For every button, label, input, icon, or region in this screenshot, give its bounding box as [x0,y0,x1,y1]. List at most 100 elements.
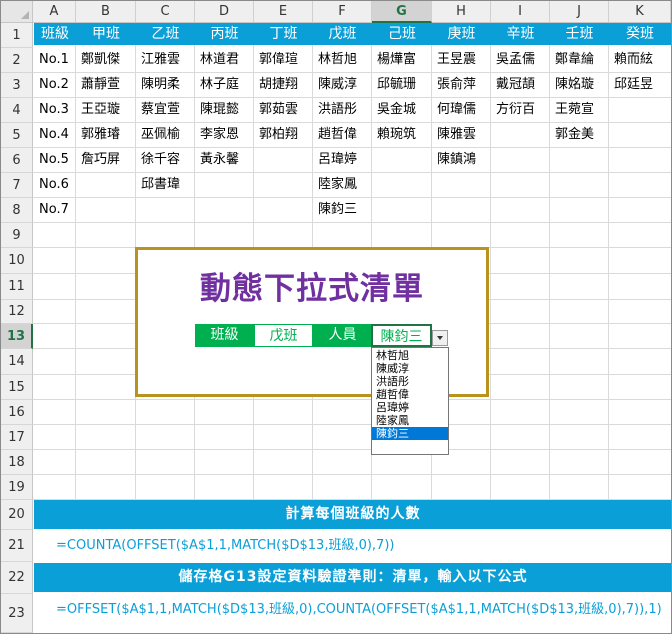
row-header-14[interactable]: 14 [1,349,33,375]
table-cell[interactable]: 邱毓珊 [372,74,432,96]
row-header-21[interactable]: 21 [1,530,33,562]
column-header-e[interactable]: E [254,1,313,23]
header-cell[interactable]: 丁班 [254,23,313,45]
table-cell[interactable]: No.6 [34,174,76,196]
table-cell[interactable]: 陳鎮鴻 [432,149,491,171]
class-value-cell[interactable]: 戊班 [254,324,313,347]
table-cell[interactable]: 賴而絃 [609,49,671,71]
table-cell[interactable]: 李家恩 [195,124,254,146]
table-cell[interactable]: 戴冠頡 [491,74,550,96]
dropdown-arrow-icon[interactable] [432,330,448,346]
table-cell[interactable]: 蕭靜萱 [76,74,136,96]
table-cell[interactable]: 陳威淳 [313,74,372,96]
table-cell[interactable]: 蔡宜萱 [136,99,195,121]
table-cell[interactable]: 林道君 [195,49,254,71]
table-cell[interactable]: 林哲旭 [313,49,372,71]
header-cell[interactable]: 辛班 [491,23,550,45]
table-cell[interactable]: 郭偉瑄 [254,49,313,71]
row-header-4[interactable]: 4 [1,98,33,123]
table-cell[interactable]: 賴琬筑 [372,124,432,146]
table-cell[interactable]: 陳琨懿 [195,99,254,121]
column-header-d[interactable]: D [195,1,254,23]
dropdown-option[interactable]: 呂瑋婷 [372,401,448,414]
column-header-f[interactable]: F [313,1,372,23]
table-cell[interactable]: 巫佩榆 [136,124,195,146]
formula-validation[interactable]: =OFFSET($A$1,1,MATCH($D$13,班級,0),COUNTA(… [34,595,671,624]
header-cell[interactable]: 班級 [34,23,76,45]
row-header-19[interactable]: 19 [1,475,33,500]
column-header-g[interactable]: G [372,1,432,23]
row-header-20[interactable]: 20 [1,500,33,530]
table-cell[interactable]: 鄭韋綸 [550,49,609,71]
table-cell[interactable]: 吳孟儒 [491,49,550,71]
table-cell[interactable]: 徐千容 [136,149,195,171]
table-cell[interactable]: 邱廷昱 [609,74,671,96]
table-cell[interactable]: 郭柏翔 [254,124,313,146]
header-cell[interactable]: 壬班 [550,23,609,45]
row-header-17[interactable]: 17 [1,425,33,450]
header-cell[interactable]: 戊班 [313,23,372,45]
dropdown-option-selected[interactable]: 陳鈞三 [372,427,448,440]
table-cell[interactable]: 王菀宣 [550,99,609,121]
row-header-10[interactable]: 10 [1,248,33,274]
row-header-8[interactable]: 8 [1,198,33,223]
row-header-13[interactable]: 13 [1,324,33,349]
row-header-18[interactable]: 18 [1,450,33,475]
table-cell[interactable]: 洪語彤 [313,99,372,121]
column-header-a[interactable]: A [33,1,76,23]
table-cell[interactable]: 楊燁富 [372,49,432,71]
table-cell[interactable]: 陳雅雲 [432,124,491,146]
table-cell[interactable]: 何瑋儒 [432,99,491,121]
table-cell[interactable]: 趙哲偉 [313,124,372,146]
table-cell[interactable]: 吳金城 [372,99,432,121]
column-header-h[interactable]: H [432,1,491,23]
table-cell[interactable]: No.2 [34,74,76,96]
table-cell[interactable]: 陳鈞三 [313,199,372,221]
table-cell[interactable]: 詹巧屏 [76,149,136,171]
table-cell[interactable]: No.7 [34,199,76,221]
validation-dropdown-list[interactable]: 林哲旭 陳威淳 洪語彤 趙哲偉 呂瑋婷 陸家鳳 陳鈞三 [371,347,449,455]
header-cell[interactable]: 乙班 [136,23,195,45]
table-cell[interactable]: 呂瑋婷 [313,149,372,171]
table-cell[interactable]: 邱書瑋 [136,174,195,196]
table-cell[interactable]: 郭金美 [550,124,609,146]
row-header-16[interactable]: 16 [1,400,33,425]
table-cell[interactable]: No.1 [34,49,76,71]
header-cell[interactable]: 甲班 [76,23,136,45]
person-select-cell[interactable]: 陳鈞三 [371,324,432,347]
row-header-2[interactable]: 2 [1,48,33,73]
table-cell[interactable]: No.5 [34,149,76,171]
table-cell[interactable]: 郭雅璿 [76,124,136,146]
header-cell[interactable]: 己班 [372,23,432,45]
dropdown-option[interactable]: 林哲旭 [372,349,448,362]
table-cell[interactable]: 王亞璇 [76,99,136,121]
column-header-i[interactable]: I [491,1,550,23]
table-cell[interactable]: 黃永馨 [195,149,254,171]
row-header-7[interactable]: 7 [1,173,33,198]
row-header-1[interactable]: 1 [1,23,33,48]
dropdown-option[interactable]: 陳威淳 [372,362,448,375]
row-header-22[interactable]: 22 [1,562,33,594]
table-cell[interactable]: 陸家鳳 [313,174,372,196]
formula-count[interactable]: =COUNTA(OFFSET($A$1,1,MATCH($D$13,班級,0),… [34,531,671,560]
header-cell[interactable]: 癸班 [609,23,671,45]
table-cell[interactable]: 江雅雲 [136,49,195,71]
dropdown-option[interactable]: 洪語彤 [372,375,448,388]
table-cell[interactable]: 方衍百 [491,99,550,121]
row-header-9[interactable]: 9 [1,223,33,248]
row-header-23[interactable]: 23 [1,594,33,633]
row-header-3[interactable]: 3 [1,73,33,98]
table-cell[interactable]: 陳明柔 [136,74,195,96]
row-header-6[interactable]: 6 [1,148,33,173]
header-cell[interactable]: 丙班 [195,23,254,45]
table-cell[interactable]: 王昱震 [432,49,491,71]
row-header-11[interactable]: 11 [1,274,33,300]
select-all-corner[interactable] [1,1,33,23]
table-cell[interactable]: 張俞萍 [432,74,491,96]
table-cell[interactable]: 郭茹雲 [254,99,313,121]
table-cell[interactable]: No.4 [34,124,76,146]
table-cell[interactable]: 鄭凱傑 [76,49,136,71]
row-header-12[interactable]: 12 [1,300,33,324]
column-header-j[interactable]: J [550,1,609,23]
row-header-5[interactable]: 5 [1,123,33,148]
